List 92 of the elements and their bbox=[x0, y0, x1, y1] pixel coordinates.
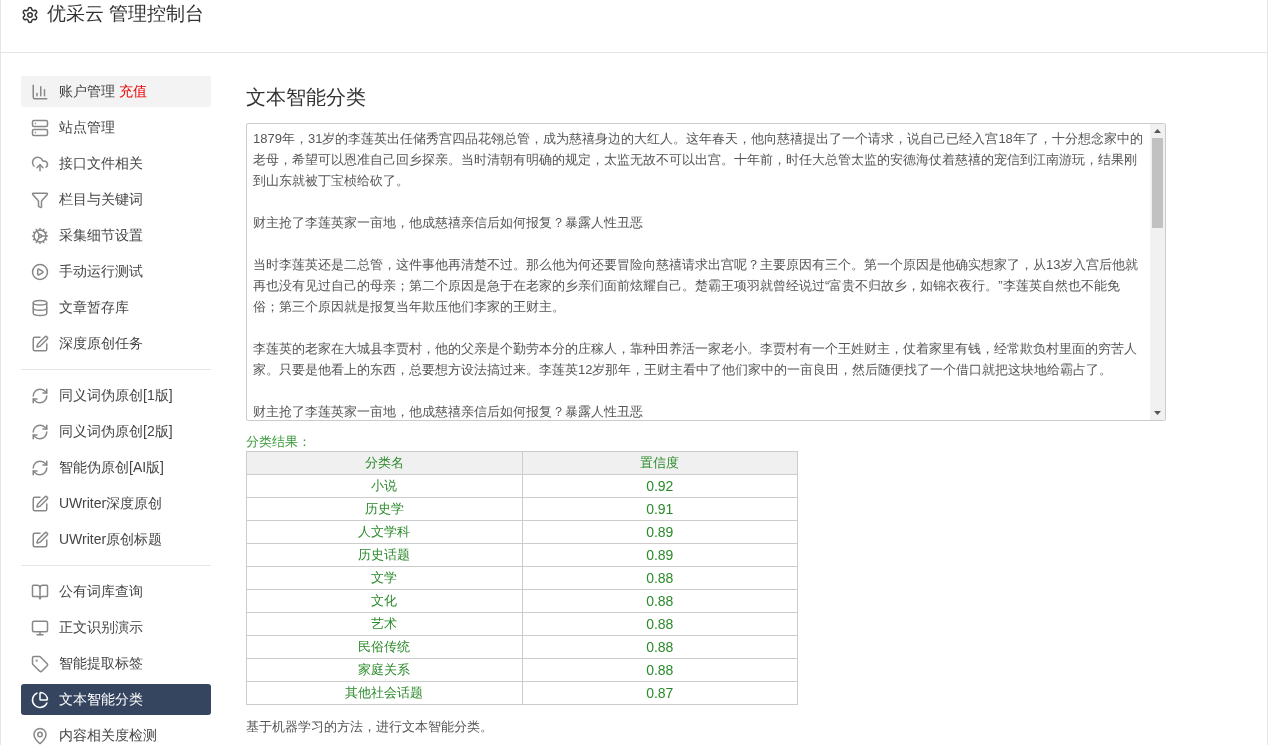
pin-icon bbox=[31, 726, 49, 745]
sidebar-item[interactable]: 同义词伪原创[2版] bbox=[21, 416, 211, 447]
table-cell: 0.88 bbox=[522, 612, 798, 636]
sidebar-item-label: 文章暂存库 bbox=[59, 298, 129, 317]
sidebar-item-label: 手动运行测试 bbox=[59, 262, 143, 281]
table-cell: 0.88 bbox=[522, 589, 798, 613]
sidebar-item[interactable]: 栏目与关键词 bbox=[21, 184, 211, 215]
scroll-down-icon[interactable] bbox=[1154, 411, 1161, 415]
book-icon bbox=[31, 582, 49, 601]
table-cell: 历史学 bbox=[246, 497, 522, 521]
footer-note: 基于机器学习的方法，进行文本智能分类。 bbox=[246, 718, 494, 736]
sidebar-item-label: 正文识别演示 bbox=[59, 618, 143, 637]
table-cell: 0.91 bbox=[522, 497, 798, 521]
column-header: 分类名 bbox=[246, 451, 522, 475]
result-label: 分类结果： bbox=[246, 433, 312, 451]
sidebar-item[interactable]: UWriter深度原创 bbox=[21, 488, 211, 519]
table-cell: 0.88 bbox=[522, 635, 798, 659]
edit-icon bbox=[31, 530, 49, 549]
table-cell: 0.89 bbox=[522, 543, 798, 567]
bar-chart-icon bbox=[31, 82, 49, 101]
sidebar-item-label: 内容相关度检测 bbox=[59, 726, 157, 745]
server-icon bbox=[31, 118, 49, 137]
sidebar-item[interactable]: 同义词伪原创[1版] bbox=[21, 380, 211, 411]
scrollbar-thumb[interactable] bbox=[1152, 138, 1163, 228]
app-title: 优采云 管理控制台 bbox=[47, 3, 205, 25]
gears-icon bbox=[31, 226, 49, 245]
play-icon bbox=[31, 262, 49, 281]
sidebar-item[interactable]: 文章暂存库 bbox=[21, 292, 211, 323]
sidebar-item[interactable]: 正文识别演示 bbox=[21, 612, 211, 643]
settings-icon bbox=[21, 6, 39, 24]
text-paragraph: 当时李莲英还是二总管，这件事他再清楚不过。那么他为何还要冒险向慈禧请求出宫呢？主要原因有三个。第一个原因是他确实想家了，从13岁入宫后他就再也没有见过自己的母亲；第二个原因是急于在老家的乡亲们面前炫耀自己。楚霸王项羽就曾经说过“富贵不归故乡，如锦衣夜行。”李莲英自然也不能免俗；第三个原因就是报复当年欺压他们李家的王财主。 bbox=[253, 256, 1140, 316]
text-paragraph: 财主抢了李莲英家一亩地，他成慈禧亲信后如何报复？暴露人性丑恶 bbox=[253, 403, 644, 420]
text-area[interactable] bbox=[246, 123, 1166, 421]
sidebar-item-label: 同义词伪原创[2版] bbox=[59, 422, 173, 441]
sidebar-item-label: 同义词伪原创[1版] bbox=[59, 386, 173, 405]
sidebar-item[interactable]: 智能伪原创[AI版] bbox=[21, 452, 211, 483]
pie-chart-icon bbox=[31, 690, 49, 709]
table-cell: 0.88 bbox=[522, 566, 798, 590]
table-cell: 民俗传统 bbox=[246, 635, 522, 659]
table-cell: 历史话题 bbox=[246, 543, 522, 567]
refresh-icon bbox=[31, 458, 49, 477]
sidebar-item[interactable]: UWriter原创标题 bbox=[21, 524, 211, 555]
sidebar-item-label: 站点管理 bbox=[59, 118, 115, 137]
table-cell: 艺术 bbox=[246, 612, 522, 636]
edit-icon bbox=[31, 494, 49, 513]
sidebar-item-label: 公有词库查询 bbox=[59, 582, 143, 601]
sidebar-item-label: 文本智能分类 bbox=[59, 690, 143, 709]
sidebar-item[interactable]: 接口文件相关 bbox=[21, 148, 211, 179]
sidebar-item[interactable]: 公有词库查询 bbox=[21, 576, 211, 607]
sidebar-item-label: 智能伪原创[AI版] bbox=[59, 458, 164, 477]
table-cell: 文化 bbox=[246, 589, 522, 613]
sidebar-item[interactable]: 站点管理 bbox=[21, 112, 211, 143]
refresh-icon bbox=[31, 386, 49, 405]
sidebar-item[interactable]: 内容相关度检测 bbox=[21, 720, 211, 745]
scroll-up-icon[interactable] bbox=[1154, 129, 1161, 133]
table-cell: 文学 bbox=[246, 566, 522, 590]
sidebar-item-label: UWriter深度原创 bbox=[59, 494, 163, 513]
table-cell: 其他社会话题 bbox=[246, 681, 522, 705]
sidebar-item-label: 智能提取标签 bbox=[59, 654, 143, 673]
sidebar-item[interactable]: 采集细节设置 bbox=[21, 220, 211, 251]
text-paragraph: 李莲英的老家在大城县李贾村，他的父亲是个勤劳本分的庄稼人，靠种田养活一家老小。李贾村有一个王姓财主，仗着家里有钱，经常欺负村里面的穷苦人家。只要是他看上的东西，总要想方设法搞过来。李莲英12岁那年，王财主看中了他们家中的一亩良田，然后随便找了一个借口就把这块地给霸占了。 bbox=[253, 340, 1138, 379]
monitor-icon bbox=[31, 618, 49, 637]
recharge-link[interactable]: 充值 bbox=[119, 81, 147, 102]
sidebar-item-label: 采集细节设置 bbox=[59, 226, 143, 245]
sidebar-item-label: 深度原创任务 bbox=[59, 334, 143, 353]
scrollbar[interactable] bbox=[1150, 124, 1165, 420]
sidebar-item[interactable]: 深度原创任务 bbox=[21, 328, 211, 359]
table-cell: 0.87 bbox=[522, 681, 798, 705]
sidebar-item[interactable]: 文本智能分类 bbox=[21, 684, 211, 715]
column-header: 置信度 bbox=[522, 451, 798, 475]
sidebar-item-label: 栏目与关键词 bbox=[59, 190, 143, 209]
cloud-upload-icon bbox=[31, 154, 49, 173]
sidebar-item-label: 账户管理 bbox=[59, 82, 115, 101]
text-paragraph: 1879年，31岁的李莲英出任储秀宫四品花翎总管，成为慈禧身边的大红人。这年春天，他向慈禧提出了一个请求，说自己已经入宫18年了，十分想念家中的老母，希望可以恩准自己回乡探亲。当时清朝有明确的规定，太监无故不可以出宫。十年前，时任大总管太监的安德海仗着慈禧的宠信到江南游玩，结果刚到山东就被丁宝桢给砍了。 bbox=[253, 130, 1144, 190]
sidebar-item[interactable]: 手动运行测试 bbox=[21, 256, 211, 287]
filter-icon bbox=[31, 190, 49, 209]
sidebar-item[interactable]: 账户管理 充值 bbox=[21, 76, 211, 107]
edit-icon bbox=[31, 334, 49, 353]
database-icon bbox=[31, 298, 49, 317]
table-cell: 人文学科 bbox=[246, 520, 522, 544]
table-cell: 0.92 bbox=[522, 474, 798, 498]
sidebar-item-label: 接口文件相关 bbox=[59, 154, 143, 173]
tag-icon bbox=[31, 654, 49, 673]
text-paragraph: 财主抢了李莲英家一亩地，他成慈禧亲信后如何报复？暴露人性丑恶 bbox=[253, 214, 644, 232]
table-cell: 0.88 bbox=[522, 658, 798, 682]
table-cell: 家庭关系 bbox=[246, 658, 522, 682]
sidebar-item[interactable]: 智能提取标签 bbox=[21, 648, 211, 679]
table-cell: 0.89 bbox=[522, 520, 798, 544]
table-cell: 小说 bbox=[246, 474, 522, 498]
refresh-icon bbox=[31, 422, 49, 441]
page-title: 文本智能分类 bbox=[246, 85, 367, 110]
sidebar-item-label: UWriter原创标题 bbox=[59, 530, 163, 549]
